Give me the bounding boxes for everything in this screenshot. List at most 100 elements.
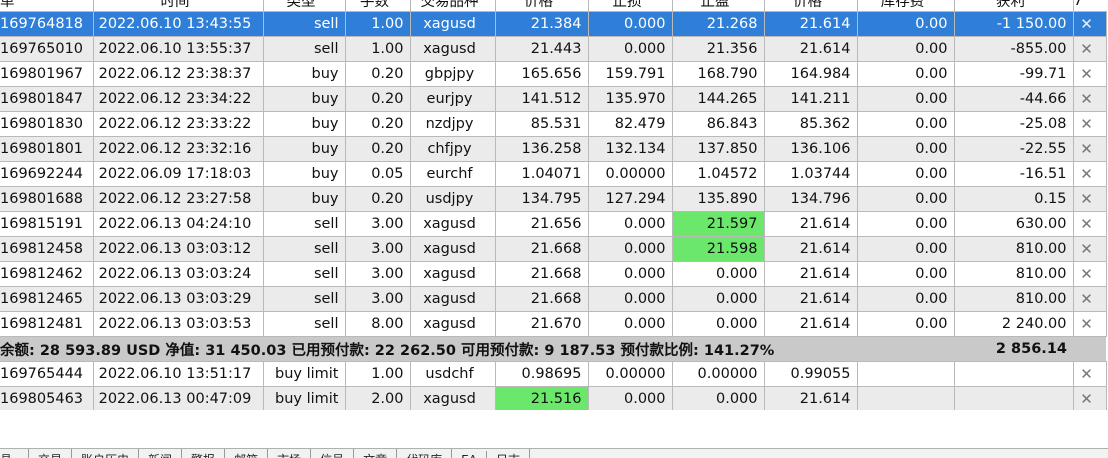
ticket-cell: 169812465	[0, 286, 94, 312]
stop-loss-cell: 0.000	[588, 286, 673, 312]
close-icon[interactable]: ✕	[1073, 361, 1107, 387]
ticket-cell: 169765444	[0, 361, 94, 387]
swap-cell: 0.00	[857, 111, 955, 137]
open-price-cell: 0.98695	[495, 361, 589, 387]
position-row[interactable]: 169812458 2022.06.13 03:03:12 sell 3.00 xagu…	[0, 236, 1107, 262]
stop-loss-cell: 159.791	[588, 61, 673, 87]
position-row[interactable]: 169801830 2022.06.12 23:33:22 buy 0.20 nzdjp…	[0, 111, 1107, 137]
take-profit-cell: 21.598	[672, 236, 765, 262]
close-icon[interactable]: ✕	[1073, 236, 1107, 262]
position-row[interactable]: 169801967 2022.06.12 23:38:37 buy 0.20 gbpjp…	[0, 61, 1107, 87]
tab-item[interactable]: 邮箱	[225, 449, 269, 458]
position-row[interactable]: 169764818 2022.06.10 13:43:55 sell 1.00 xagu…	[0, 11, 1107, 37]
type-cell: buy	[263, 61, 346, 87]
tab-item[interactable]: EA	[452, 451, 487, 458]
close-icon[interactable]: ✕	[1073, 61, 1107, 87]
profit-cell: 810.00	[954, 236, 1074, 262]
position-row[interactable]: 169812465 2022.06.13 03:03:29 sell 3.00 xagu…	[0, 286, 1107, 312]
col-header-ticket[interactable]: 单	[0, 0, 94, 12]
current-price-cell: 21.614	[764, 286, 858, 312]
close-icon[interactable]: ✕	[1073, 186, 1107, 212]
tab-item[interactable]: 市场	[268, 449, 312, 458]
profit-cell: -22.55	[954, 136, 1074, 162]
col-header-current-price[interactable]: 价格	[764, 0, 858, 12]
position-row[interactable]: 169812481 2022.06.13 03:03:53 sell 8.00 xagu…	[0, 311, 1107, 337]
profit-cell: -99.71	[954, 61, 1074, 87]
symbol-cell: usdjpy	[410, 186, 496, 212]
col-header-open-price[interactable]: 价格	[495, 0, 589, 12]
stop-loss-cell: 0.00000	[588, 161, 673, 187]
close-icon[interactable]: ✕	[1073, 86, 1107, 112]
symbol-cell: xagusd	[410, 211, 496, 237]
volume-cell: 1.00	[345, 36, 411, 62]
tab-item[interactable]: 账户历史	[72, 449, 140, 458]
current-price-cell: 21.614	[764, 11, 858, 37]
position-row[interactable]: 169801688 2022.06.12 23:27:58 buy 0.20 usdjp…	[0, 186, 1107, 212]
take-profit-cell: 0.00000	[672, 361, 765, 387]
col-header-volume[interactable]: 手数	[345, 0, 411, 12]
tab-item[interactable]: 新闻	[139, 449, 183, 458]
swap-cell	[857, 361, 955, 387]
current-price-cell: 21.614	[764, 36, 858, 62]
open-price-cell: 141.512	[495, 86, 589, 112]
take-profit-cell: 0.000	[672, 311, 765, 337]
col-header-type[interactable]: 类型	[263, 0, 346, 12]
col-header-stop-loss[interactable]: 止损	[588, 0, 673, 12]
stop-loss-cell: 0.000	[588, 11, 673, 37]
tab-item[interactable]: 信号	[311, 449, 355, 458]
time-cell: 2022.06.10 13:55:37	[93, 36, 264, 62]
position-row[interactable]: 169692244 2022.06.09 17:18:03 buy 0.05 eurch…	[0, 161, 1107, 187]
symbol-cell: eurchf	[410, 161, 496, 187]
close-icon[interactable]: ✕	[1073, 211, 1107, 237]
col-header-take-profit[interactable]: 止盈	[672, 0, 765, 12]
close-icon[interactable]: ✕	[1073, 161, 1107, 187]
swap-cell: 0.00	[857, 261, 955, 287]
close-icon[interactable]: ✕	[1073, 11, 1107, 37]
order-row[interactable]: 169805463 2022.06.13 00:47:09 buy limit 2.0…	[0, 386, 1107, 412]
time-cell: 2022.06.10 13:43:55	[93, 11, 264, 37]
order-row[interactable]: 169765444 2022.06.10 13:51:17 buy limit 1.0…	[0, 361, 1107, 387]
sort-marker: 7	[1073, 0, 1106, 12]
col-header-symbol[interactable]: 交易品种	[410, 0, 496, 12]
take-profit-cell: 21.268	[672, 11, 765, 37]
tab-item[interactable]: 警报	[182, 449, 226, 458]
position-row[interactable]: 169765010 2022.06.10 13:55:37 sell 1.00 xagu…	[0, 36, 1107, 62]
close-icon[interactable]: ✕	[1073, 286, 1107, 312]
ticket-cell: 169812458	[0, 236, 94, 262]
close-icon[interactable]: ✕	[1073, 386, 1107, 412]
stop-loss-cell: 135.970	[588, 86, 673, 112]
time-cell: 2022.06.12 23:32:16	[93, 136, 264, 162]
col-header-profit[interactable]: 获利	[954, 0, 1074, 12]
symbol-cell: xagusd	[410, 286, 496, 312]
close-icon[interactable]: ✕	[1073, 311, 1107, 337]
tab-item[interactable]: 日志	[487, 449, 530, 458]
profit-cell: -44.66	[954, 86, 1074, 112]
profit-cell	[954, 361, 1074, 387]
tab-item[interactable]: 代码库	[397, 449, 453, 458]
position-row[interactable]: 169801801 2022.06.12 23:32:16 buy 0.20 chfjp…	[0, 136, 1107, 162]
col-header-time[interactable]: 时间	[93, 0, 264, 12]
close-icon[interactable]: ✕	[1073, 136, 1107, 162]
current-price-cell: 21.614	[764, 261, 858, 287]
open-price-cell: 136.258	[495, 136, 589, 162]
total-profit: 2 856.14	[954, 336, 1073, 362]
symbol-cell: chfjpy	[410, 136, 496, 162]
symbol-cell: eurjpy	[410, 86, 496, 112]
position-row[interactable]: 169801847 2022.06.12 23:34:22 buy 0.20 eurjp…	[0, 86, 1107, 112]
tab-item[interactable]: 交易	[29, 449, 73, 458]
tab-item[interactable]: 文章	[354, 449, 398, 458]
type-cell: buy	[263, 136, 346, 162]
profit-cell: -855.00	[954, 36, 1074, 62]
volume-cell: 3.00	[345, 261, 411, 287]
col-header-swap[interactable]: 库存费	[857, 0, 955, 12]
position-row[interactable]: 169815191 2022.06.13 04:24:10 sell 3.00 xagu…	[0, 211, 1107, 237]
trade-terminal: 单 时间 类型 手数 交易品种 价格 止损 止盈 价格 库存费 获利 7 169…	[0, 0, 1108, 458]
current-price-cell: 141.211	[764, 86, 858, 112]
time-cell: 2022.06.13 03:03:12	[93, 236, 264, 262]
position-row[interactable]: 169812462 2022.06.13 03:03:24 sell 3.00 xagu…	[0, 261, 1107, 287]
close-icon[interactable]: ✕	[1073, 111, 1107, 137]
close-icon[interactable]: ✕	[1073, 36, 1107, 62]
close-icon[interactable]: ✕	[1073, 261, 1107, 287]
stop-loss-cell: 0.000	[588, 311, 673, 337]
take-profit-cell: 21.597	[672, 211, 765, 237]
